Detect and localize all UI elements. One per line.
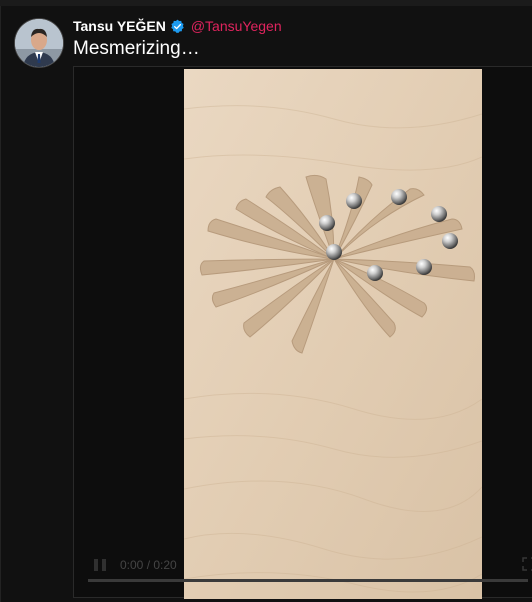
video-controls: 0:00 / 0:20: [88, 557, 532, 587]
tweet-header: Tansu YEĞEN @TansuYegen: [73, 16, 282, 36]
tweet-text: Mesmerizing…: [73, 38, 200, 59]
author-name[interactable]: Tansu YEĞEN: [73, 18, 166, 34]
verified-badge-icon: [170, 19, 185, 34]
video-time: 0:00 / 0:20: [120, 558, 177, 572]
video-frame[interactable]: [184, 69, 482, 599]
video-thumbnail: [184, 69, 482, 599]
avatar-image: [15, 19, 63, 67]
tweet-media-video[interactable]: 0:00 / 0:20: [73, 66, 532, 599]
left-divider: [0, 6, 1, 602]
window-top-strip: [0, 0, 532, 6]
video-progress-bar[interactable]: [88, 579, 528, 582]
fullscreen-icon[interactable]: [522, 557, 532, 571]
play-icon[interactable]: [92, 557, 108, 573]
avatar[interactable]: [15, 19, 63, 67]
author-handle[interactable]: @TansuYegen: [191, 18, 282, 34]
